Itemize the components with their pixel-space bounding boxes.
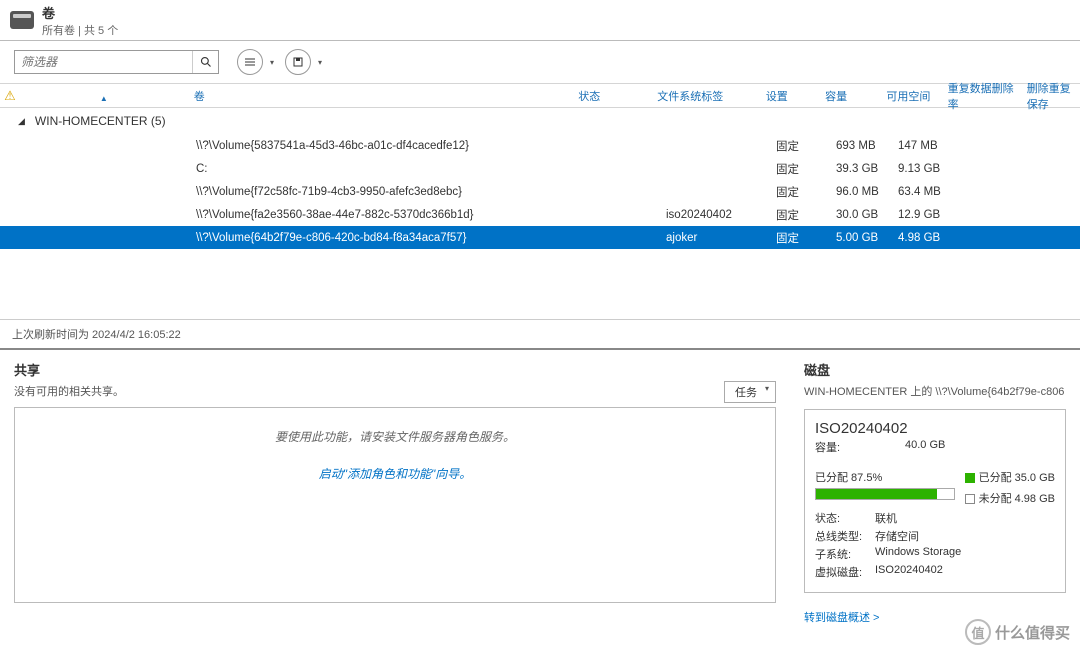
unallocated-legend: 未分配 4.98 GB bbox=[979, 493, 1055, 505]
goto-disk-overview-link[interactable]: 转到磁盘概述 > bbox=[804, 609, 879, 625]
vdisk-value: ISO20240402 bbox=[875, 564, 943, 580]
cell-setting: 固定 bbox=[770, 138, 830, 154]
cell-volume: \\?\Volume{5837541a-45d3-46bc-a01c-df4ca… bbox=[190, 140, 580, 152]
disk-capacity-value: 40.0 GB bbox=[905, 439, 945, 455]
disk-details-box: ISO20240402 容量: 40.0 GB 已分配 87.5% 已分配 35… bbox=[804, 409, 1066, 593]
share-panel: 共享 没有可用的相关共享。 任务 要使用此功能，请安装文件服务器角色服务。 启动… bbox=[0, 350, 790, 613]
tasks-dropdown-button[interactable]: 任务 bbox=[724, 381, 776, 403]
cell-volume: \\?\Volume{64b2f79e-c806-420c-bd84-f8a34… bbox=[190, 232, 580, 244]
toolbar: ▾ ▾ bbox=[0, 41, 1080, 83]
bus-value: 存储空间 bbox=[875, 528, 919, 544]
cell-free: 9.13 GB bbox=[892, 163, 954, 175]
col-dedupsave[interactable]: 删除重复保存 bbox=[1021, 80, 1080, 112]
chevron-down-icon: ▾ bbox=[318, 58, 322, 67]
share-message: 要使用此功能，请安装文件服务器角色服务。 bbox=[275, 428, 515, 445]
table-header: ⚠ ▲ 卷 状态 文件系统标签 设置 容量 可用空间 重复数据删除率 删除重复保… bbox=[0, 84, 1080, 108]
list-icon bbox=[245, 57, 255, 67]
search-icon bbox=[200, 56, 212, 68]
cell-free: 12.9 GB bbox=[892, 209, 954, 221]
watermark-text: 什么值得买 bbox=[995, 622, 1070, 643]
cell-free: 63.4 MB bbox=[892, 186, 954, 198]
disk-panel-title: 磁盘 bbox=[804, 360, 1066, 379]
group-row[interactable]: ◢ WIN-HOMECENTER (5) bbox=[0, 108, 1080, 134]
subsystem-value: Windows Storage bbox=[875, 546, 961, 562]
col-fslabel[interactable]: 文件系统标签 bbox=[651, 88, 760, 104]
col-status[interactable]: 状态 bbox=[572, 88, 651, 104]
cell-free: 4.98 GB bbox=[892, 232, 954, 244]
chevron-down-icon: ▾ bbox=[270, 58, 274, 67]
allocated-legend-icon bbox=[965, 473, 975, 483]
cell-capacity: 5.00 GB bbox=[830, 232, 892, 244]
cell-capacity: 96.0 MB bbox=[830, 186, 892, 198]
view-options-button[interactable]: ▾ bbox=[237, 49, 263, 75]
table-row[interactable]: \\?\Volume{64b2f79e-c806-420c-bd84-f8a34… bbox=[0, 226, 1080, 249]
col-setting[interactable]: 设置 bbox=[760, 88, 819, 104]
allocated-legend: 已分配 35.0 GB bbox=[979, 472, 1055, 484]
cell-capacity: 30.0 GB bbox=[830, 209, 892, 221]
subsystem-label: 子系统: bbox=[815, 546, 875, 562]
cell-capacity: 693 MB bbox=[830, 140, 892, 152]
share-panel-subtitle: 没有可用的相关共享。 bbox=[14, 383, 124, 399]
table-row[interactable]: \\?\Volume{5837541a-45d3-46bc-a01c-df4ca… bbox=[0, 134, 1080, 157]
page-header: 卷 所有卷 | 共 5 个 bbox=[0, 0, 1080, 40]
cell-setting: 固定 bbox=[770, 230, 830, 246]
table-row[interactable]: C: 固定 39.3 GB 9.13 GB bbox=[0, 157, 1080, 180]
add-roles-link[interactable]: 启动"添加角色和功能"向导。 bbox=[319, 465, 472, 482]
group-name: WIN-HOMECENTER (5) bbox=[35, 114, 166, 128]
volume-icon bbox=[10, 11, 34, 29]
cell-setting: 固定 bbox=[770, 161, 830, 177]
table-row[interactable]: \\?\Volume{f72c58fc-71b9-4cb3-9950-afefc… bbox=[0, 180, 1080, 203]
search-button[interactable] bbox=[192, 51, 218, 73]
disk-panel: 磁盘 WIN-HOMECENTER 上的 \\?\Volume{64b2f79e… bbox=[790, 350, 1080, 613]
cell-fslabel: iso20240402 bbox=[660, 209, 770, 221]
disk-capacity-label: 容量: bbox=[815, 439, 905, 455]
cell-setting: 固定 bbox=[770, 207, 830, 223]
vdisk-label: 虚拟磁盘: bbox=[815, 564, 875, 580]
share-content-box: 要使用此功能，请安装文件服务器角色服务。 启动"添加角色和功能"向导。 bbox=[14, 407, 776, 603]
allocated-percent: 已分配 87.5% bbox=[815, 469, 882, 485]
table-row[interactable]: \\?\Volume{fa2e3560-38ae-44e7-882c-5370d… bbox=[0, 203, 1080, 226]
status-value: 联机 bbox=[875, 510, 897, 526]
col-dedup[interactable]: 重复数据删除率 bbox=[942, 80, 1021, 112]
cell-free: 147 MB bbox=[892, 140, 954, 152]
filter-input[interactable] bbox=[15, 53, 192, 71]
col-capacity[interactable]: 容量 bbox=[819, 88, 880, 104]
share-panel-title: 共享 bbox=[14, 360, 124, 379]
disk-name: ISO20240402 bbox=[815, 420, 1055, 437]
page-subtitle: 所有卷 | 共 5 个 bbox=[42, 22, 118, 38]
watermark: 值 什么值得买 bbox=[965, 619, 1070, 645]
sort-indicator-icon: ▲ bbox=[100, 94, 108, 103]
disk-path: WIN-HOMECENTER 上的 \\?\Volume{64b2f79e-c8… bbox=[804, 383, 1066, 399]
cell-volume: \\?\Volume{f72c58fc-71b9-4cb3-9950-afefc… bbox=[190, 186, 580, 198]
volumes-table: ⚠ ▲ 卷 状态 文件系统标签 设置 容量 可用空间 重复数据删除率 删除重复保… bbox=[0, 83, 1080, 249]
col-volume[interactable]: 卷 bbox=[188, 88, 573, 104]
save-icon bbox=[293, 57, 303, 67]
collapse-icon: ◢ bbox=[18, 116, 25, 127]
warning-icon: ⚠ bbox=[4, 88, 16, 104]
last-refresh-time: 上次刷新时间为 2024/4/2 16:05:22 bbox=[0, 319, 1080, 348]
cell-fslabel: ajoker bbox=[660, 232, 770, 244]
bus-label: 总线类型: bbox=[815, 528, 875, 544]
cell-volume: \\?\Volume{fa2e3560-38ae-44e7-882c-5370d… bbox=[190, 209, 580, 221]
cell-capacity: 39.3 GB bbox=[830, 163, 892, 175]
filter-box bbox=[14, 50, 219, 74]
cell-setting: 固定 bbox=[770, 184, 830, 200]
unallocated-legend-icon bbox=[965, 494, 975, 504]
watermark-icon: 值 bbox=[965, 619, 991, 645]
col-free[interactable]: 可用空间 bbox=[880, 88, 941, 104]
allocation-progress-bar bbox=[815, 488, 955, 500]
save-query-button[interactable]: ▾ bbox=[285, 49, 311, 75]
col-warning[interactable]: ⚠ bbox=[0, 88, 20, 104]
page-title: 卷 bbox=[42, 3, 118, 22]
cell-volume: C: bbox=[190, 163, 580, 175]
status-label: 状态: bbox=[815, 510, 875, 526]
